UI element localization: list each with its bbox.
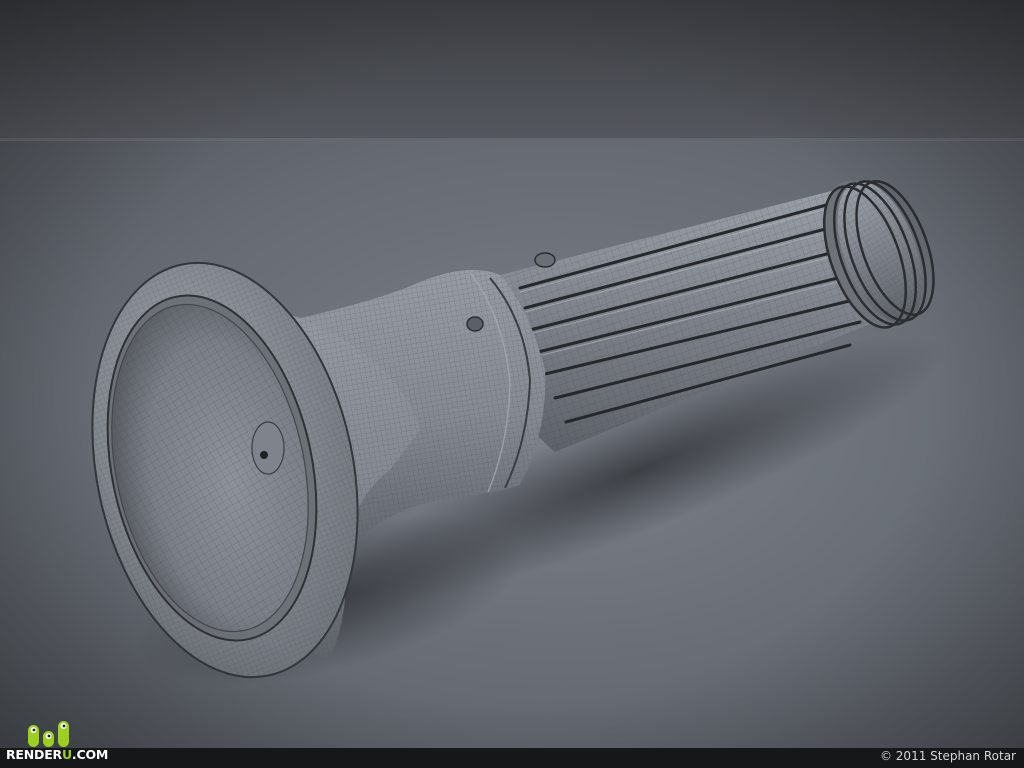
renderu-logo[interactable]: RENDERU.COM (6, 713, 109, 765)
flashlight-wireframe-render (0, 0, 1024, 768)
copyright-credit: © 2011 Stephan Rotar (879, 749, 1016, 763)
logo-text-suffix: .COM (71, 747, 109, 762)
logo-text-prefix: RENDER (6, 747, 62, 762)
logo-text-accent: U (61, 747, 72, 762)
footer-bar (0, 748, 1024, 768)
render-image: RENDERU.COM © 2011 Stephan Rotar (0, 0, 1024, 768)
logo-wordmark: RENDERU.COM (6, 747, 109, 762)
vignette (0, 0, 1024, 768)
monster-mascot-icon (28, 721, 69, 747)
